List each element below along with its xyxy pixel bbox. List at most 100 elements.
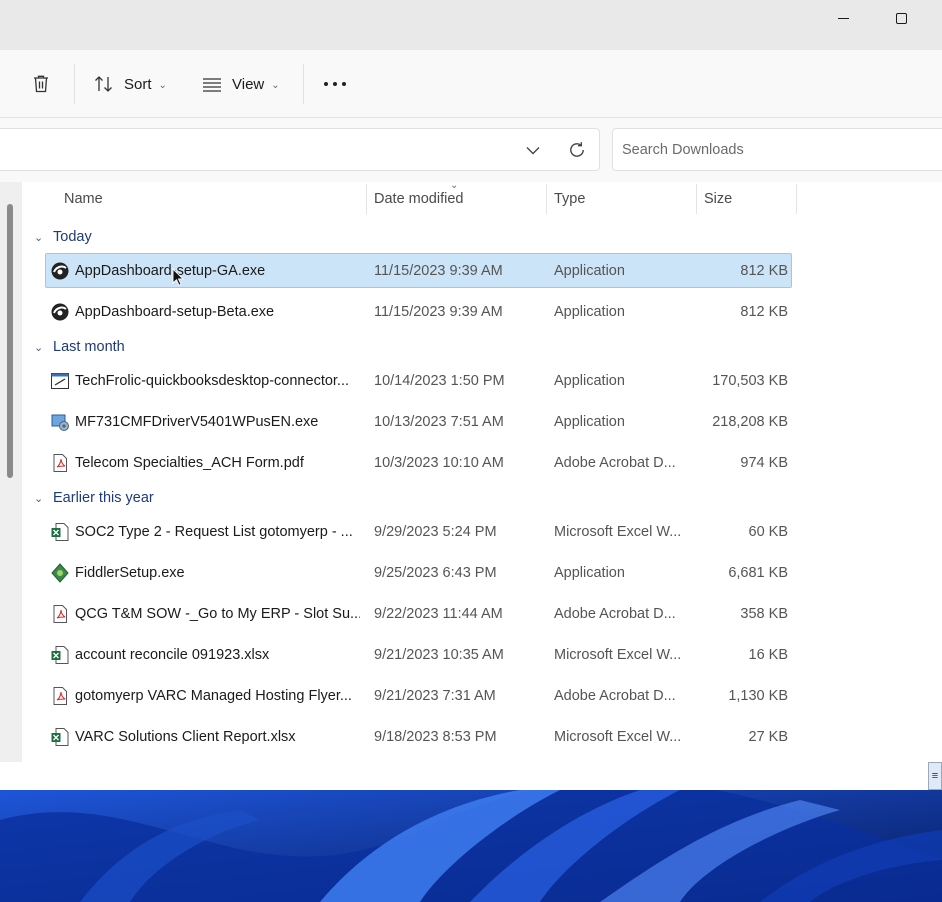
file-row[interactable]: MF731CMFDriverV5401WPusEN.exe 10/13/2023… (45, 404, 792, 439)
file-row[interactable]: VARC Solutions Client Report.xlsx 9/18/2… (45, 719, 792, 754)
excel-icon (50, 522, 70, 542)
file-type: Application (554, 303, 625, 320)
file-size: 60 KB (748, 523, 789, 540)
refresh-icon (570, 142, 584, 157)
vertical-scrollbar[interactable] (0, 182, 22, 762)
file-name: AppDashboard-setup-GA.exe (75, 262, 266, 279)
app-installer-icon (50, 261, 70, 281)
file-size: 218,208 KB (712, 413, 788, 430)
group-label: Earlier this year (53, 490, 154, 506)
file-name: gotomyerp VARC Managed Hosting Flyer... (75, 687, 352, 704)
file-date: 11/15/2023 9:39 AM (374, 262, 503, 279)
group-label: Last month (53, 339, 125, 355)
file-row[interactable]: AppDashboard-setup-GA.exe 11/15/2023 9:3… (45, 253, 792, 288)
file-size: 812 KB (740, 262, 788, 279)
file-date: 9/21/2023 10:35 AM (374, 646, 504, 663)
file-size: 812 KB (740, 303, 788, 320)
column-header-type[interactable]: Type (546, 182, 696, 216)
file-name: MF731CMFDriverV5401WPusEN.exe (75, 413, 319, 430)
file-name: SOC2 Type 2 - Request List gotomyerp - .… (75, 523, 353, 540)
file-date: 10/13/2023 7:51 AM (374, 413, 504, 430)
file-name: TechFrolic-quickbooksdesktop-connector..… (75, 372, 350, 389)
file-row[interactable]: QCG T&M SOW -_Go to My ERP - Slot Su... … (45, 596, 792, 631)
excel-icon (50, 645, 70, 665)
group-header-last-month[interactable]: ⌄ Last month (34, 335, 125, 359)
file-size: 1,130 KB (728, 687, 788, 704)
column-header-size[interactable]: Size (696, 182, 796, 216)
file-row[interactable]: account reconcile 091923.xlsx 9/21/2023 … (45, 637, 792, 672)
pdf-icon (50, 604, 70, 624)
file-list-pane: Name Date modified ⌄ Type Size ⌄ Today A… (0, 180, 942, 762)
chevron-down-icon: ⌄ (158, 79, 167, 91)
search-box[interactable] (612, 128, 942, 171)
file-date: 9/29/2023 5:24 PM (374, 523, 497, 540)
file-row[interactable]: SOC2 Type 2 - Request List gotomyerp - .… (45, 514, 792, 549)
file-type: Adobe Acrobat D... (554, 454, 676, 471)
file-size: 16 KB (748, 646, 789, 663)
file-row[interactable]: FiddlerSetup.exe 9/25/2023 6:43 PM Appli… (45, 555, 792, 590)
toolbar-divider (74, 64, 75, 104)
pdf-icon (50, 453, 70, 473)
title-bar (0, 0, 942, 50)
see-more-button[interactable] (322, 67, 348, 101)
column-header-label: Date modified (374, 191, 464, 207)
file-type: Application (554, 413, 625, 430)
minimize-icon (837, 17, 849, 19)
file-type: Application (554, 372, 625, 389)
file-row[interactable]: TechFrolic-quickbooksdesktop-connector..… (45, 363, 792, 398)
address-history-dropdown[interactable] (521, 139, 545, 161)
file-type: Adobe Acrobat D... (554, 605, 676, 622)
details-view-icon: ≡ (931, 770, 939, 782)
column-header-label: Type (554, 191, 586, 207)
file-date: 9/18/2023 8:53 PM (374, 728, 497, 745)
file-size: 170,503 KB (712, 372, 788, 389)
file-size: 6,681 KB (728, 564, 788, 581)
file-name: VARC Solutions Client Report.xlsx (75, 728, 296, 745)
file-type: Application (554, 564, 625, 581)
file-explorer-window: Sort ⌄ View ⌄ Search Downloads Name Date… (0, 0, 942, 790)
file-row[interactable]: Telecom Specialties_ACH Form.pdf 10/3/20… (45, 445, 792, 480)
command-bar: Sort ⌄ View ⌄ (0, 50, 942, 118)
column-headers: Name Date modified ⌄ Type Size (22, 180, 942, 217)
file-type: Microsoft Excel W... (554, 728, 682, 745)
view-label: View (232, 75, 265, 93)
details-view-toggle[interactable]: ≡ (928, 762, 942, 790)
file-date: 9/21/2023 7:31 AM (374, 687, 496, 704)
file-size: 974 KB (740, 454, 788, 471)
chevron-down-icon: ⌄ (271, 79, 280, 91)
view-button[interactable]: View ⌄ (201, 67, 280, 101)
scrollbar-thumb[interactable] (7, 204, 13, 478)
minimize-button[interactable] (820, 0, 866, 36)
file-date: 9/25/2023 6:43 PM (374, 564, 497, 581)
file-name: QCG T&M SOW -_Go to My ERP - Slot Su... (75, 605, 360, 622)
group-header-today[interactable]: ⌄ Today (34, 225, 92, 249)
column-header-name[interactable]: Name (56, 182, 366, 216)
group-header-earlier-this-year[interactable]: ⌄ Earlier this year (34, 486, 154, 510)
file-date: 9/22/2023 11:44 AM (374, 605, 503, 622)
chevron-down-icon: ⌄ (34, 341, 44, 354)
delete-button[interactable] (28, 67, 54, 101)
chevron-down-icon: ⌄ (34, 492, 44, 505)
toolbar-divider (303, 64, 304, 104)
sort-button[interactable]: Sort ⌄ (93, 67, 167, 101)
more-icon (324, 82, 346, 86)
address-bar[interactable] (0, 128, 600, 171)
app-installer-icon (50, 302, 70, 322)
pdf-icon (50, 686, 70, 706)
wallpaper-image (0, 790, 942, 902)
desktop-wallpaper (0, 790, 942, 902)
file-type: Microsoft Excel W... (554, 646, 682, 663)
file-type: Application (554, 262, 625, 279)
file-row[interactable]: gotomyerp VARC Managed Hosting Flyer... … (45, 678, 792, 713)
refresh-button[interactable] (564, 137, 590, 163)
search-input[interactable] (622, 141, 942, 158)
file-name: Telecom Specialties_ACH Form.pdf (75, 454, 304, 471)
column-header-label: Size (704, 191, 733, 207)
view-icon (203, 78, 221, 92)
trash-icon (34, 75, 48, 93)
file-row[interactable]: AppDashboard-setup-Beta.exe 11/15/2023 9… (45, 294, 792, 329)
address-bar-row (0, 118, 942, 182)
status-bar (0, 762, 928, 790)
maximize-button[interactable] (878, 0, 924, 36)
column-divider[interactable] (796, 184, 797, 214)
